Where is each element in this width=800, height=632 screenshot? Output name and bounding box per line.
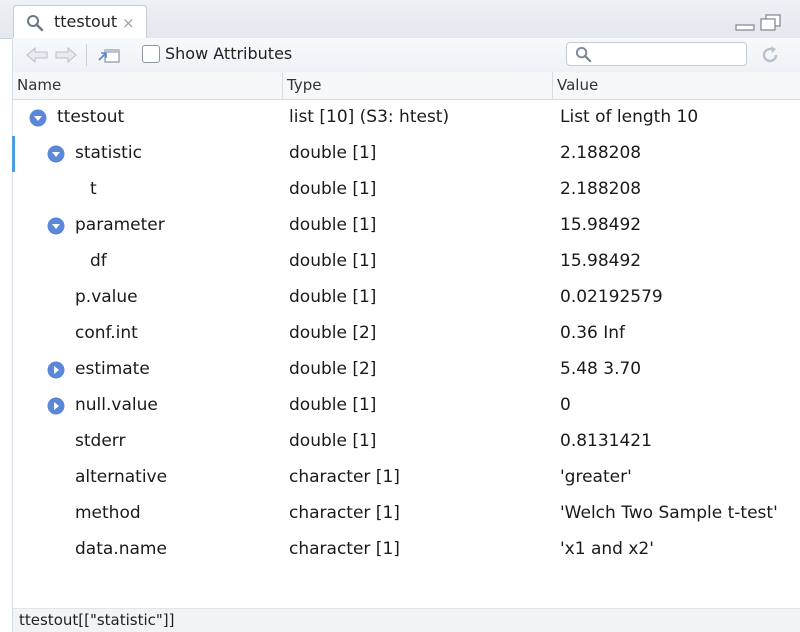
tab-title: ttestout xyxy=(54,12,118,31)
column-divider[interactable] xyxy=(282,72,283,99)
row-value: 'x1 and x2' xyxy=(560,539,654,559)
table-row[interactable]: parameter double [1] 15.98492 xyxy=(13,208,800,244)
row-value: 0.02192579 xyxy=(560,287,663,307)
column-header-value[interactable]: Value xyxy=(557,76,598,94)
table-row[interactable]: null.value double [1] 0 xyxy=(13,388,800,424)
refresh-icon[interactable] xyxy=(759,44,781,70)
row-name: t xyxy=(90,179,97,199)
show-attributes-checkbox[interactable] xyxy=(142,45,160,63)
row-value: 0.8131421 xyxy=(560,431,652,451)
row-name: method xyxy=(75,503,141,523)
table-row[interactable]: conf.int double [2] 0.36 Inf xyxy=(13,316,800,352)
window-controls xyxy=(735,14,782,36)
row-value: 0 xyxy=(560,395,571,415)
back-arrow-icon[interactable] xyxy=(25,47,49,63)
status-bar: ttestout[["statistic"]] xyxy=(12,608,800,632)
popout-icon[interactable] xyxy=(97,46,121,68)
row-name: stderr xyxy=(75,431,126,451)
row-name: estimate xyxy=(75,359,150,379)
row-name: data.name xyxy=(75,539,167,559)
row-value: 'Welch Two Sample t-test' xyxy=(560,503,778,523)
row-value: List of length 10 xyxy=(560,107,699,127)
row-name: ttestout xyxy=(57,107,125,127)
table-row[interactable]: stderr double [1] 0.8131421 xyxy=(13,424,800,460)
row-value: 2.188208 xyxy=(560,143,642,163)
row-type: double [1] xyxy=(289,251,377,271)
row-type: character [1] xyxy=(289,503,400,523)
row-name: null.value xyxy=(75,395,158,415)
row-name: parameter xyxy=(75,215,165,235)
table-body: ttestout list [10] (S3: htest) List of l… xyxy=(12,100,800,568)
row-type: double [1] xyxy=(289,215,377,235)
search-icon xyxy=(575,46,592,67)
show-attributes-label[interactable]: Show Attributes xyxy=(165,44,292,63)
table-row-selected[interactable]: statistic double [1] 2.188208 xyxy=(12,136,800,172)
row-name: p.value xyxy=(75,287,138,307)
row-value: 5.48 3.70 xyxy=(560,359,642,379)
table-row[interactable]: method character [1] 'Welch Two Sample t… xyxy=(13,496,800,532)
filter-input[interactable] xyxy=(597,45,746,65)
table-row[interactable]: estimate double [2] 5.48 3.70 xyxy=(13,352,800,388)
toolbar: Show Attributes xyxy=(12,38,800,73)
table-row[interactable]: t double [1] 2.188208 xyxy=(13,172,800,208)
minimize-icon[interactable] xyxy=(735,16,755,36)
tab-strip: ttestout × xyxy=(0,0,800,39)
row-value: 15.98492 xyxy=(560,251,642,271)
maximize-icon[interactable] xyxy=(760,14,782,36)
table-row[interactable]: ttestout list [10] (S3: htest) List of l… xyxy=(13,100,800,136)
expand-icon[interactable] xyxy=(47,361,65,379)
toolbar-separator xyxy=(86,44,87,66)
row-type: character [1] xyxy=(289,467,400,487)
table-row[interactable]: df double [1] 15.98492 xyxy=(13,244,800,280)
object-explorer-table: Name Type Value ttestout list [10] (S3: … xyxy=(12,72,800,608)
row-type: character [1] xyxy=(289,539,400,559)
forward-arrow-icon[interactable] xyxy=(54,47,78,63)
filter-search-box[interactable] xyxy=(566,42,747,66)
search-icon xyxy=(26,14,44,36)
row-type: double [1] xyxy=(289,431,377,451)
table-row[interactable]: alternative character [1] 'greater' xyxy=(13,460,800,496)
collapse-icon[interactable] xyxy=(47,145,65,163)
expand-icon[interactable] xyxy=(47,397,65,415)
row-type: double [1] xyxy=(289,395,377,415)
column-divider[interactable] xyxy=(552,72,553,99)
row-value: 0.36 Inf xyxy=(560,323,626,343)
column-header-type[interactable]: Type xyxy=(287,76,321,94)
table-row[interactable]: p.value double [1] 0.02192579 xyxy=(13,280,800,316)
row-value: 15.98492 xyxy=(560,215,642,235)
row-value: 'greater' xyxy=(560,467,632,487)
selected-expression: ttestout[["statistic"]] xyxy=(19,611,175,629)
row-type: double [1] xyxy=(289,143,377,163)
row-name: conf.int xyxy=(75,323,138,343)
nav-arrows xyxy=(25,47,78,67)
row-type: double [2] xyxy=(289,323,377,343)
table-header: Name Type Value xyxy=(13,72,800,100)
tab-ttestout[interactable]: ttestout × xyxy=(13,5,147,38)
close-icon[interactable]: × xyxy=(122,14,135,32)
row-name: df xyxy=(90,251,107,271)
row-name: statistic xyxy=(75,143,142,163)
row-type: double [1] xyxy=(289,287,377,307)
column-header-name[interactable]: Name xyxy=(17,76,61,94)
collapse-icon[interactable] xyxy=(47,217,65,235)
row-type: double [2] xyxy=(289,359,377,379)
row-type: list [10] (S3: htest) xyxy=(289,107,450,127)
collapse-icon[interactable] xyxy=(29,109,47,127)
row-name: alternative xyxy=(75,467,168,487)
row-value: 2.188208 xyxy=(560,179,642,199)
table-row[interactable]: data.name character [1] 'x1 and x2' xyxy=(13,532,800,568)
row-type: double [1] xyxy=(289,179,377,199)
